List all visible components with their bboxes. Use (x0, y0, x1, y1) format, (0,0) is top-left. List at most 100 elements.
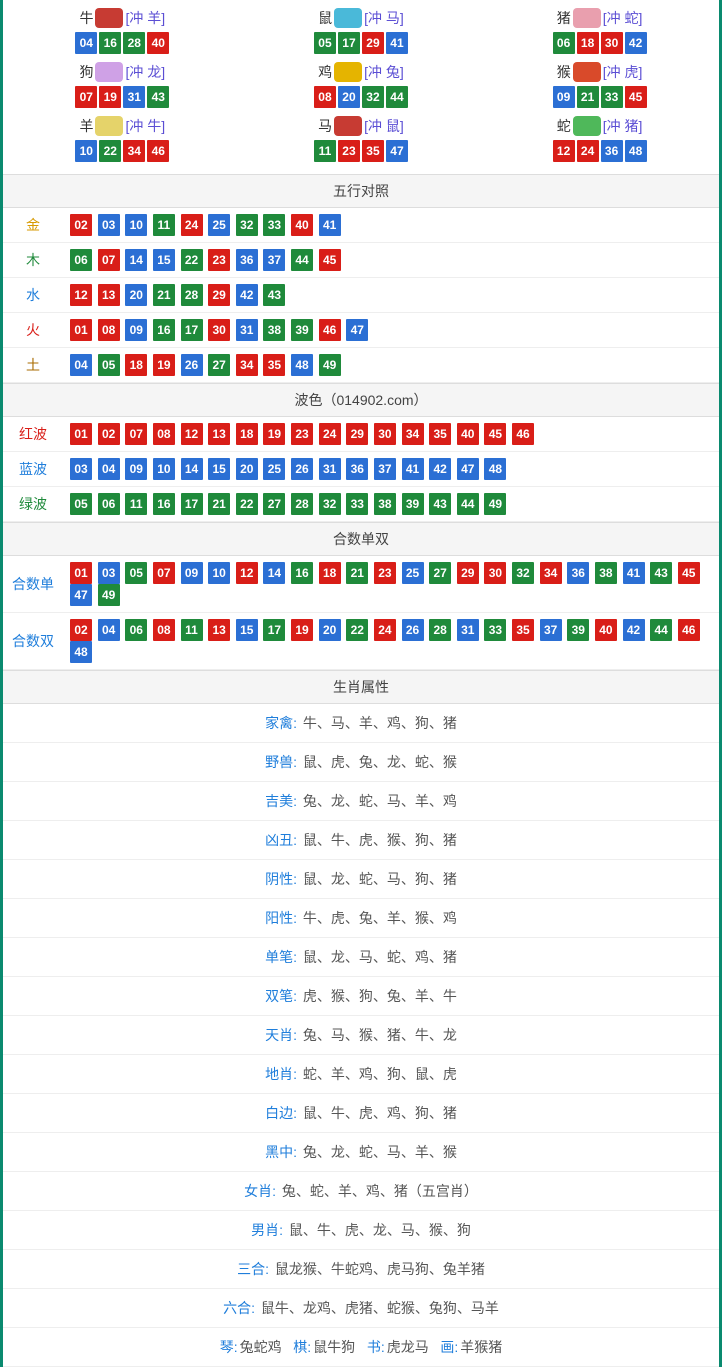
props-row: 吉美: 兔、龙、蛇、马、羊、鸡 (3, 782, 719, 821)
row-balls: 01 03 05 07 09 10 12 14 16 18 21 23 25 2… (63, 556, 719, 613)
number-ball: 19 (153, 354, 175, 376)
number-ball: 33 (263, 214, 285, 236)
zodiac-clash: [冲 虎] (603, 62, 643, 82)
number-ball: 09 (553, 86, 575, 108)
number-ball: 44 (291, 249, 313, 271)
zodiac-icon (95, 62, 123, 82)
number-ball: 32 (362, 86, 384, 108)
number-ball: 43 (429, 493, 451, 515)
number-ball: 22 (236, 493, 258, 515)
prop-value: 虎龙马 (387, 1339, 429, 1355)
zodiac-clash: [冲 牛] (125, 116, 165, 136)
number-ball: 48 (70, 641, 92, 663)
number-ball: 30 (601, 32, 623, 54)
zodiac-name: 鼠 (318, 8, 332, 28)
zodiac-balls: 11233547 (242, 140, 481, 162)
row-label: 金 (3, 208, 63, 243)
number-ball: 35 (362, 140, 384, 162)
number-ball: 30 (484, 562, 506, 584)
zodiac-cell: 狗 [冲 龙] 07193143 (3, 58, 242, 112)
number-ball: 14 (263, 562, 285, 584)
prop-value: 鼠牛狗 (313, 1339, 355, 1355)
number-ball: 13 (208, 619, 230, 641)
number-ball: 09 (125, 458, 147, 480)
number-ball: 34 (123, 140, 145, 162)
table-row: 火 01 08 09 16 17 30 31 38 39 46 47 (3, 313, 719, 348)
number-ball: 17 (181, 493, 203, 515)
number-ball: 47 (386, 140, 408, 162)
table-row: 绿波 05 06 11 16 17 21 22 27 28 32 33 38 3… (3, 487, 719, 522)
number-ball: 39 (291, 319, 313, 341)
number-ball: 49 (98, 584, 120, 606)
number-ball: 35 (429, 423, 451, 445)
zodiac-name: 猪 (557, 8, 571, 28)
number-ball: 13 (208, 423, 230, 445)
prop-key: 家禽: (265, 715, 297, 731)
number-ball: 26 (402, 619, 424, 641)
props-row: 单笔: 鼠、龙、马、蛇、鸡、猪 (3, 938, 719, 977)
number-ball: 25 (263, 458, 285, 480)
prop-key: 凶丑: (265, 832, 297, 848)
number-ball: 34 (540, 562, 562, 584)
zodiac-cell: 蛇 [冲 猪] 12243648 (480, 112, 719, 166)
prop-value: 鼠龙猴、牛蛇鸡、虎马狗、兔羊猪 (271, 1261, 485, 1277)
number-ball: 09 (125, 319, 147, 341)
number-ball: 03 (98, 214, 120, 236)
number-ball: 35 (263, 354, 285, 376)
zodiac-name: 蛇 (557, 116, 571, 136)
section-bose-header: 波色（014902.com） (3, 383, 719, 417)
prop-value: 鼠、龙、蛇、马、狗、猪 (299, 871, 457, 887)
number-ball: 05 (70, 493, 92, 515)
zodiac-icon (573, 62, 601, 82)
number-ball: 31 (457, 619, 479, 641)
number-ball: 17 (263, 619, 285, 641)
number-ball: 46 (678, 619, 700, 641)
number-ball: 18 (577, 32, 599, 54)
table-row: 合数单 01 03 05 07 09 10 12 14 16 18 21 23 … (3, 556, 719, 613)
number-ball: 39 (567, 619, 589, 641)
row-label: 火 (3, 313, 63, 348)
zodiac-clash: [冲 羊] (125, 8, 165, 28)
number-ball: 19 (99, 86, 121, 108)
zodiac-name: 牛 (79, 8, 93, 28)
zodiac-name: 猴 (557, 62, 571, 82)
number-ball: 44 (650, 619, 672, 641)
number-ball: 38 (263, 319, 285, 341)
number-ball: 32 (319, 493, 341, 515)
prop-value: 虎、猴、狗、兔、羊、牛 (299, 988, 457, 1004)
number-ball: 27 (429, 562, 451, 584)
number-ball: 21 (208, 493, 230, 515)
number-ball: 01 (70, 562, 92, 584)
number-ball: 17 (181, 319, 203, 341)
number-ball: 25 (208, 214, 230, 236)
prop-key: 书: (367, 1339, 385, 1355)
row-label: 土 (3, 348, 63, 383)
props-row: 野兽: 鼠、虎、兔、龙、蛇、猴 (3, 743, 719, 782)
table-row: 合数双 02 04 06 08 11 13 15 17 19 20 22 24 … (3, 613, 719, 670)
prop-key: 六合: (223, 1300, 255, 1316)
number-ball: 07 (98, 249, 120, 271)
zodiac-clash: [冲 马] (364, 8, 404, 28)
props-row: 白边: 鼠、牛、虎、鸡、狗、猪 (3, 1094, 719, 1133)
prop-key: 男肖: (251, 1222, 283, 1238)
number-ball: 28 (291, 493, 313, 515)
number-ball: 40 (595, 619, 617, 641)
number-ball: 03 (98, 562, 120, 584)
wuxing-table: 金 02 03 10 11 24 25 32 33 40 41木 06 07 1… (3, 208, 719, 383)
row-balls: 05 06 11 16 17 21 22 27 28 32 33 38 39 4… (63, 487, 719, 522)
table-row: 木 06 07 14 15 22 23 36 37 44 45 (3, 243, 719, 278)
zodiac-balls: 06183042 (480, 32, 719, 54)
table-row: 金 02 03 10 11 24 25 32 33 40 41 (3, 208, 719, 243)
number-ball: 36 (236, 249, 258, 271)
prop-key: 阳性: (265, 910, 297, 926)
section-wuxing-header: 五行对照 (3, 174, 719, 208)
prop-value: 兔、马、猴、猪、牛、龙 (299, 1027, 457, 1043)
number-ball: 28 (429, 619, 451, 641)
number-ball: 17 (338, 32, 360, 54)
number-ball: 33 (484, 619, 506, 641)
number-ball: 28 (123, 32, 145, 54)
zodiac-icon (334, 8, 362, 28)
row-balls: 04 05 18 19 26 27 34 35 48 49 (63, 348, 719, 383)
row-balls: 06 07 14 15 22 23 36 37 44 45 (63, 243, 719, 278)
zodiac-grid: 牛 [冲 羊] 04162840 鼠 [冲 马] 05172941 猪 [冲 蛇… (3, 0, 719, 174)
